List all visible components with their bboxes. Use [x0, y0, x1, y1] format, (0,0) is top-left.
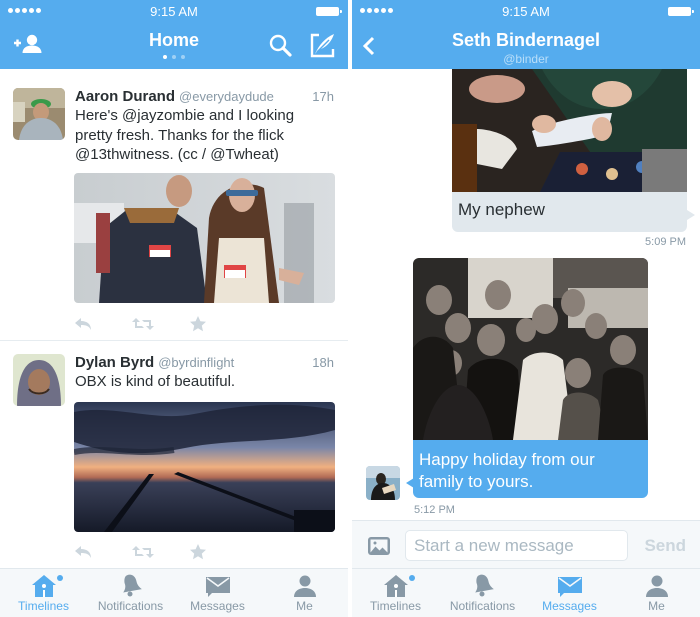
tweet-author[interactable]: Dylan Byrd @byrdinflight — [75, 354, 234, 371]
tweet-author[interactable]: Aaron Durand @everydaydude — [75, 88, 274, 105]
tab-me[interactable]: Me — [613, 569, 700, 617]
avatar[interactable] — [13, 354, 65, 406]
tweet-actions — [74, 315, 248, 333]
page-dot — [181, 55, 185, 59]
status-bar: 9:15 AM — [352, 0, 700, 22]
tab-label: Timelines — [18, 599, 69, 613]
status-bar: 9:15 AM — [0, 0, 348, 22]
retweet-icon[interactable] — [132, 543, 190, 561]
tab-bar: Timelines Notifications Messages Me — [352, 568, 700, 617]
avatar[interactable] — [13, 88, 65, 140]
tweet-photo[interactable] — [74, 402, 335, 532]
reply-icon[interactable] — [74, 543, 132, 561]
tab-bar: Timelines Notifications Messages Me — [0, 568, 348, 617]
home-timeline-screen: 9:15 AM Home Aaron Durand @everydaydude … — [0, 0, 348, 617]
tweet[interactable]: Aaron Durand @everydaydude 17h Here's @ja… — [0, 70, 348, 341]
message-composer: Send — [352, 520, 700, 570]
home-icon — [0, 569, 87, 597]
message-input[interactable] — [405, 530, 628, 561]
favorite-icon[interactable] — [190, 543, 248, 561]
message-time: 5:12 PM — [414, 504, 455, 516]
conversation-nav-bar: 9:15 AM Seth Bindernagel @binder — [352, 0, 700, 69]
tweet-time: 17h — [312, 89, 334, 104]
tab-label: Me — [296, 599, 313, 613]
tweet[interactable]: Dylan Byrd @byrdinflight 18h OBX is kind … — [0, 341, 348, 571]
compose-tweet-icon[interactable] — [310, 32, 336, 63]
message-bubble-outgoing: Happy holiday from our family to yours. — [413, 440, 648, 498]
tab-timelines[interactable]: Timelines — [0, 569, 87, 617]
tab-notifications[interactable]: Notifications — [439, 569, 526, 617]
tab-me[interactable]: Me — [261, 569, 348, 617]
home-icon — [352, 569, 439, 597]
envelope-icon — [526, 569, 613, 597]
bell-icon — [439, 569, 526, 597]
envelope-icon — [174, 569, 261, 597]
status-time: 9:15 AM — [150, 4, 198, 19]
contact-name: Seth Bindernagel — [451, 30, 601, 50]
page-title: Home — [148, 30, 199, 50]
author-name[interactable]: Dylan Byrd — [75, 354, 154, 371]
person-icon — [613, 569, 700, 597]
page-dot — [172, 55, 176, 59]
author-handle[interactable]: @everydaydude — [179, 89, 274, 104]
search-icon[interactable] — [268, 33, 294, 62]
tweet-text: OBX is kind of beautiful. — [75, 373, 236, 390]
bell-icon — [87, 569, 174, 597]
tab-label: Notifications — [97, 599, 164, 613]
new-tweets-badge — [57, 575, 63, 581]
contact-avatar[interactable] — [366, 466, 400, 500]
tab-label: Me — [648, 599, 665, 613]
author-name[interactable]: Aaron Durand — [75, 88, 175, 105]
conversation-screen: 9:15 AM Seth Bindernagel @binder My neph… — [352, 0, 700, 617]
message-time: 5:09 PM — [645, 236, 686, 248]
tab-messages[interactable]: Messages — [174, 569, 261, 617]
reply-icon[interactable] — [74, 315, 132, 333]
tab-messages[interactable]: Messages — [526, 569, 613, 617]
bubble-tail — [687, 210, 695, 220]
tweet-text: Here's @jayzombie and I looking pretty f… — [75, 107, 295, 163]
tweet-time: 18h — [312, 355, 334, 370]
tab-label: Messages — [190, 599, 245, 613]
page-indicator — [0, 55, 348, 59]
bubble-tail — [406, 478, 414, 488]
battery-icon — [668, 7, 694, 16]
tab-label: Notifications — [449, 599, 516, 613]
tab-notifications[interactable]: Notifications — [87, 569, 174, 617]
tab-timelines[interactable]: Timelines — [352, 569, 439, 617]
send-button[interactable]: Send — [644, 536, 686, 556]
favorite-icon[interactable] — [190, 315, 248, 333]
retweet-icon[interactable] — [132, 315, 190, 333]
tweet-photo[interactable] — [74, 173, 335, 303]
status-time: 9:15 AM — [502, 4, 550, 19]
new-tweets-badge — [409, 575, 415, 581]
contact-handle: @binder — [503, 52, 549, 66]
message-photo[interactable] — [413, 258, 648, 440]
message-photo[interactable] — [452, 69, 687, 192]
author-handle[interactable]: @byrdinflight — [158, 355, 234, 370]
add-photo-icon[interactable] — [367, 536, 391, 561]
page-dot-active — [163, 55, 167, 59]
home-nav-bar: 9:15 AM Home — [0, 0, 348, 69]
battery-icon — [316, 7, 342, 16]
person-icon — [261, 569, 348, 597]
message-bubble-incoming: My nephew — [452, 192, 687, 232]
tab-label: Messages — [542, 599, 597, 613]
tweet-actions — [74, 543, 248, 561]
tab-label: Timelines — [370, 599, 421, 613]
